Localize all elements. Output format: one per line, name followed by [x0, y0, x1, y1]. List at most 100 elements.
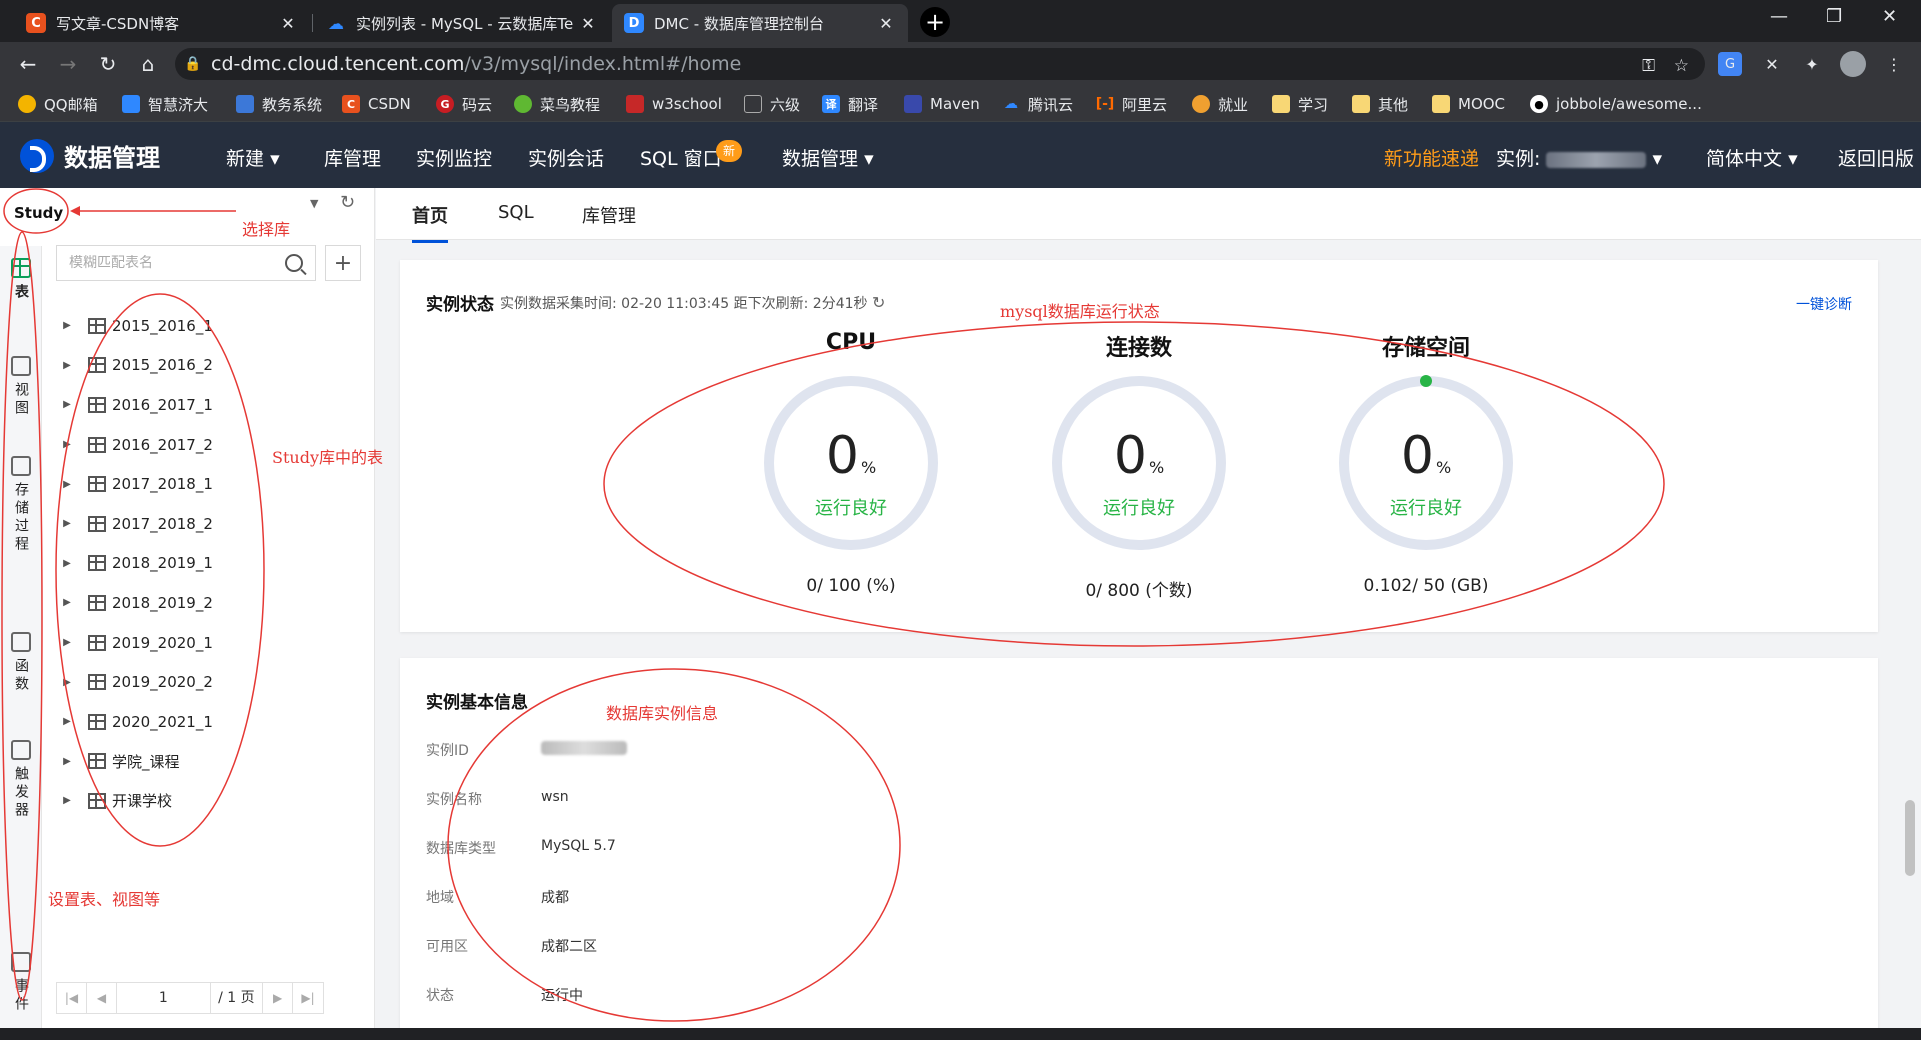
table-row[interactable]: ▶ 2019_2020_1 [56, 623, 356, 663]
sidebar-item-functions[interactable]: 函数 [0, 632, 42, 694]
sidebar-item-triggers[interactable]: 触发器 [0, 740, 42, 820]
search-icon[interactable] [285, 254, 303, 272]
nav-db-manage[interactable]: 库管理 [324, 144, 381, 171]
dropdown-caret-icon[interactable]: ▼ [310, 197, 318, 210]
bookmark-gitee[interactable]: G 码云 [436, 93, 492, 115]
expand-arrow-icon[interactable]: ▶ [56, 716, 78, 727]
expand-arrow-icon[interactable]: ▶ [56, 795, 78, 806]
window-close-icon[interactable]: ✕ [1882, 6, 1897, 27]
table-row[interactable]: ▶ 2017_2018_2 [56, 504, 356, 544]
bookmark-zhihui[interactable]: 智慧济大 [122, 93, 208, 115]
browser-tab-mysql[interactable]: ☁ 实例列表 - MySQL - 云数据库Te ✕ [314, 4, 610, 42]
tab-sql[interactable]: SQL [498, 202, 534, 235]
tab-db-manage[interactable]: 库管理 [582, 202, 636, 240]
expand-arrow-icon[interactable]: ▶ [56, 756, 78, 767]
refresh-icon[interactable]: ↻ [340, 192, 355, 213]
bookmark-github[interactable]: ● jobbole/awesome... [1530, 93, 1702, 115]
bookmark-folder-mooc[interactable]: MOOC [1432, 93, 1505, 115]
puzzle-icon[interactable]: ✦ [1798, 50, 1826, 78]
close-icon[interactable]: ✕ [278, 14, 298, 33]
refresh-icon[interactable]: ↻ [872, 293, 885, 312]
table-search-input[interactable] [57, 255, 277, 271]
expand-arrow-icon[interactable]: ▶ [56, 320, 78, 331]
back-to-old-version-link[interactable]: 返回旧版 [1838, 144, 1914, 171]
restore-icon[interactable]: ❐ [1826, 6, 1842, 27]
table-row[interactable]: ▶ 2020_2021_1 [56, 702, 356, 742]
tab-home[interactable]: 首页 [412, 202, 448, 243]
one-click-diagnose-link[interactable]: 一键诊断 [1796, 294, 1852, 314]
sidebar-item-procedures[interactable]: 存储过程 [0, 456, 42, 554]
next-page-icon[interactable]: ▶ [263, 983, 294, 1013]
first-page-icon[interactable]: |◀ [57, 983, 87, 1013]
close-icon[interactable]: ✕ [578, 14, 598, 33]
instance-selector[interactable]: 实例: ▾ [1496, 144, 1662, 171]
bookmark-translate[interactable]: 译翻译 [822, 93, 878, 115]
table-row[interactable]: ▶ 2018_2019_1 [56, 544, 356, 584]
table-row[interactable]: ▶ 开课学校 [56, 781, 356, 821]
app-logo[interactable]: 数据管理 [20, 138, 160, 173]
bookmark-jobs[interactable]: 就业 [1192, 93, 1248, 115]
expand-arrow-icon[interactable]: ▶ [56, 360, 78, 371]
last-page-icon[interactable]: ▶| [293, 983, 323, 1013]
bookmark-jiaowu[interactable]: 教务系统 [236, 93, 322, 115]
main-tabs: 首页 SQL 库管理 [376, 188, 1921, 243]
bookmark-folder-other[interactable]: 其他 [1352, 93, 1408, 115]
table-row[interactable]: ▶ 2016_2017_1 [56, 385, 356, 425]
new-tab-button[interactable]: + [920, 7, 950, 37]
forward-arrow-icon[interactable]: → [54, 50, 82, 78]
language-selector[interactable]: 简体中文 ▾ [1706, 144, 1798, 171]
table-row[interactable]: ▶ 学院_课程 [56, 742, 356, 782]
prev-page-icon[interactable]: ◀ [87, 983, 117, 1013]
nav-instance-session[interactable]: 实例会话 [528, 144, 604, 171]
expand-arrow-icon[interactable]: ▶ [56, 399, 78, 410]
table-row[interactable]: ▶ 2019_2020_2 [56, 662, 356, 702]
table-row[interactable]: ▶ 2015_2016_2 [56, 346, 356, 386]
browser-tab-dmc[interactable]: D DMC - 数据库管理控制台 ✕ [612, 4, 908, 42]
browser-tab-csdn[interactable]: C 写文章-CSDN博客 ✕ [14, 4, 310, 42]
address-bar[interactable]: 🔒 cd-dmc.cloud.tencent.com/v3/mysql/inde… [175, 48, 1705, 80]
translate-extension-icon[interactable]: G [1718, 52, 1742, 76]
nav-new[interactable]: 新建 ▾ [226, 144, 280, 171]
minimize-icon[interactable]: — [1770, 6, 1788, 27]
table-row[interactable]: ▶ 2018_2019_2 [56, 583, 356, 623]
bookmark-cet6[interactable]: 六级 [744, 93, 800, 115]
bookmark-qqmail[interactable]: QQ邮箱 [18, 93, 98, 115]
bookmark-folder-study[interactable]: 学习 [1272, 93, 1328, 115]
bookmark-star-icon[interactable]: ☆ [1674, 56, 1689, 76]
expand-arrow-icon[interactable]: ▶ [56, 597, 78, 608]
nav-data-manage[interactable]: 数据管理 ▾ [782, 144, 874, 171]
expand-arrow-icon[interactable]: ▶ [56, 637, 78, 648]
add-table-button[interactable]: + [325, 245, 361, 281]
table-row[interactable]: ▶ 2015_2016_1 [56, 306, 356, 346]
reload-icon[interactable]: ↻ [94, 50, 122, 78]
expand-arrow-icon[interactable]: ▶ [56, 439, 78, 450]
sidebar-item-tables[interactable]: 表 [0, 258, 42, 302]
back-arrow-icon[interactable]: ← [14, 50, 42, 78]
page-number-input[interactable]: 1 [117, 983, 211, 1013]
sidebar-item-views[interactable]: 视图 [0, 356, 42, 418]
scrollbar-thumb[interactable] [1905, 800, 1915, 876]
expand-arrow-icon[interactable]: ▶ [56, 558, 78, 569]
key-icon[interactable]: ⚿ [1642, 56, 1655, 76]
bookmark-w3school[interactable]: w3school [626, 93, 722, 115]
table-row[interactable]: ▶ 2017_2018_1 [56, 464, 356, 504]
bookmark-tencent-cloud[interactable]: ☁ 腾讯云 [1002, 93, 1073, 115]
page-scrollbar[interactable] [1905, 240, 1915, 1040]
expand-arrow-icon[interactable]: ▶ [56, 479, 78, 490]
expand-arrow-icon[interactable]: ▶ [56, 677, 78, 688]
database-selector[interactable]: Study [6, 196, 346, 230]
extension-x-icon[interactable]: ✕ [1758, 50, 1786, 78]
expand-arrow-icon[interactable]: ▶ [56, 518, 78, 529]
profile-avatar[interactable] [1840, 51, 1866, 77]
nav-sql-window[interactable]: SQL 窗口 [640, 144, 722, 171]
bookmark-csdn[interactable]: C CSDN [342, 93, 411, 115]
sidebar-item-events[interactable]: 事件 [0, 952, 42, 1014]
bookmark-aliyun[interactable]: [-] 阿里云 [1096, 93, 1167, 115]
bookmark-maven[interactable]: Maven [904, 93, 980, 115]
menu-kebab-icon[interactable]: ⋮ [1880, 50, 1908, 78]
nav-instance-monitor[interactable]: 实例监控 [416, 144, 492, 171]
bookmark-runoob[interactable]: 菜鸟教程 [514, 93, 600, 115]
home-icon[interactable]: ⌂ [134, 50, 162, 78]
whats-new-link[interactable]: 新功能速递 [1384, 144, 1479, 171]
close-icon[interactable]: ✕ [876, 14, 896, 33]
